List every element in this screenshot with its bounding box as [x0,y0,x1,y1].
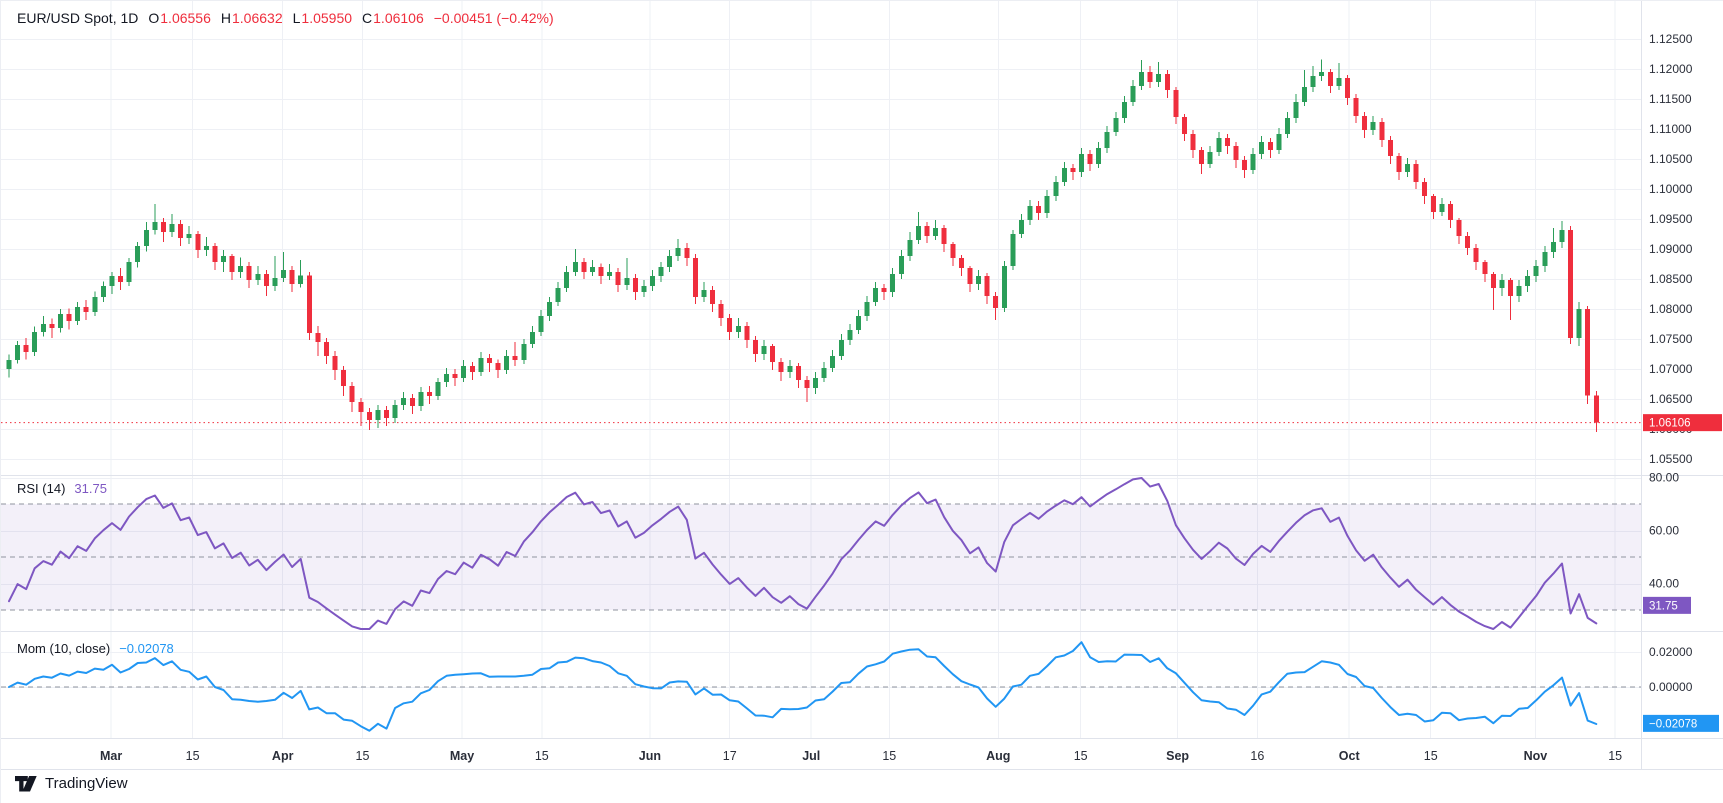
svg-text:0.02000: 0.02000 [1649,645,1693,659]
svg-text:15: 15 [356,749,370,763]
tradingview-logo-icon [15,776,38,792]
rsi-value: 31.75 [74,481,107,496]
ohlc-close-label: C [362,10,372,26]
svg-text:Jul: Jul [802,749,820,763]
svg-text:Sep: Sep [1166,749,1189,763]
ohlc-open-label: O [148,10,159,26]
momentum-axis[interactable]: 0.02000 0.00000 [1649,645,1693,694]
svg-text:60.00: 60.00 [1649,524,1679,538]
svg-text:1.10500: 1.10500 [1649,152,1693,166]
svg-text:16: 16 [1250,749,1264,763]
ohlc-high-label: H [221,10,231,26]
svg-text:15: 15 [186,749,200,763]
svg-text:1.06500: 1.06500 [1649,392,1693,406]
svg-text:1.11000: 1.11000 [1649,122,1692,136]
price-axis[interactable]: 1.12500 1.12000 1.11500 1.11000 1.10500 1.100… [1649,32,1693,466]
svg-text:1.09000: 1.09000 [1649,242,1693,256]
svg-text:Oct: Oct [1339,749,1361,763]
ohlc-close: C1.06106 [362,10,424,26]
svg-text:17: 17 [723,749,737,763]
change-value: −0.00451 (−0.42%) [434,10,554,26]
svg-text:Jun: Jun [639,749,661,763]
svg-text:15: 15 [1074,749,1088,763]
svg-text:0.00000: 0.00000 [1649,680,1693,694]
tradingview-attribution[interactable]: TradingView [15,775,128,792]
momentum-label[interactable]: Mom (10, close) [17,641,110,656]
time-axis[interactable]: Mar 15 Apr 15 May 15 Jun 17 Jul 15 Aug 15 Sep 16 Oct 15… [100,749,1622,763]
svg-text:40.00: 40.00 [1649,577,1679,591]
pane-separators [1,1,1723,770]
momentum-value: −0.02078 [119,641,174,656]
svg-text:1.07000: 1.07000 [1649,362,1693,376]
svg-text:1.12500: 1.12500 [1649,32,1693,46]
svg-text:Mar: Mar [100,749,122,763]
svg-text:31.75: 31.75 [1649,600,1678,612]
chart-widget: 1.12500 1.12000 1.11500 1.11000 1.10500 1.100… [0,0,1723,803]
svg-text:15: 15 [1424,749,1438,763]
rsi-value-badge: 31.75 [1643,597,1691,614]
ohlc-high: H1.06632 [221,10,283,26]
svg-text:−0.02078: −0.02078 [1649,718,1697,730]
ohlc-open-value: 1.06556 [160,10,211,26]
rsi-label[interactable]: RSI (14) [17,481,65,496]
ohlc-open: O1.06556 [148,10,211,26]
svg-text:Nov: Nov [1524,749,1548,763]
svg-text:Aug: Aug [986,749,1010,763]
ohlc-high-value: 1.06632 [232,10,283,26]
svg-text:1.06106: 1.06106 [1649,418,1691,430]
svg-text:1.08000: 1.08000 [1649,302,1693,316]
symbol-legend[interactable]: EUR/USD Spot, 1D O1.06556 H1.06632 L1.05… [17,10,554,26]
tradingview-logo-text: TradingView [45,775,128,792]
momentum-series[interactable] [9,642,1596,731]
rsi-band [1,504,1641,610]
svg-text:15: 15 [882,749,896,763]
svg-text:80.00: 80.00 [1649,471,1679,485]
svg-text:1.05500: 1.05500 [1649,452,1693,466]
last-price-badge: 1.06106 [1643,414,1722,431]
svg-text:1.10000: 1.10000 [1649,182,1693,196]
svg-text:Apr: Apr [272,749,294,763]
symbol-title[interactable]: EUR/USD Spot, 1D [17,10,138,26]
momentum-value-badge: −0.02078 [1643,715,1719,732]
momentum-legend[interactable]: Mom (10, close) −0.02078 [17,641,174,656]
candlestick-series[interactable] [7,59,1599,432]
svg-text:May: May [450,749,474,763]
rsi-legend[interactable]: RSI (14) 31.75 [17,481,107,496]
svg-text:1.12000: 1.12000 [1649,62,1693,76]
svg-text:1.08500: 1.08500 [1649,272,1693,286]
ohlc-low-value: 1.05950 [301,10,352,26]
ohlc-low: L1.05950 [293,10,352,26]
svg-text:1.09500: 1.09500 [1649,212,1693,226]
rsi-axis[interactable]: 80.00 60.00 40.00 [1649,471,1679,591]
svg-text:15: 15 [535,749,549,763]
ohlc-low-label: L [293,10,301,26]
chart-canvas[interactable]: 1.12500 1.12000 1.11500 1.11000 1.10500 1.100… [1,1,1723,803]
svg-text:1.11500: 1.11500 [1649,92,1692,106]
svg-text:15: 15 [1608,749,1622,763]
ohlc-close-value: 1.06106 [373,10,424,26]
svg-text:1.07500: 1.07500 [1649,332,1693,346]
gridlines [1,1,1641,738]
